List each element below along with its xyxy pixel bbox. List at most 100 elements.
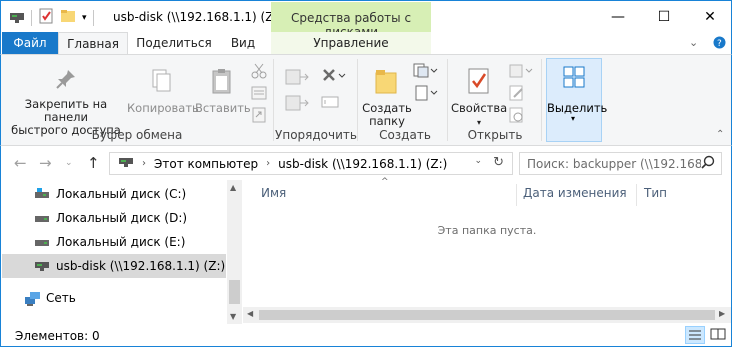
qat-separator — [31, 9, 32, 26]
help-icon[interactable]: ? — [713, 36, 726, 52]
column-divider[interactable] — [636, 184, 637, 206]
rename-icon[interactable] — [321, 93, 339, 114]
column-header-type[interactable]: Тип — [644, 186, 667, 200]
search-icon — [701, 155, 715, 172]
nav-item-network[interactable]: Сеть — [2, 286, 226, 310]
pin-label-line1: Закрепить на панели — [24, 97, 108, 124]
scroll-right-icon[interactable]: ▶ — [719, 309, 725, 318]
copy-icon — [127, 67, 195, 98]
network-drive-icon — [34, 260, 50, 275]
select-icon — [563, 66, 585, 91]
scroll-thumb[interactable] — [229, 280, 240, 304]
properties-label: Свойства — [451, 101, 508, 115]
back-arrow-icon[interactable]: ← — [14, 154, 27, 172]
address-bar[interactable]: › Этот компьютер › usb-disk (\\192.168.1… — [109, 152, 513, 175]
delete-icon[interactable] — [321, 67, 347, 88]
properties-qat-icon[interactable] — [38, 8, 54, 27]
column-header-name[interactable]: Имя — [261, 186, 286, 200]
qat-separator-2 — [92, 9, 94, 26]
history-icon[interactable] — [509, 107, 525, 126]
nav-item-local-disk-c[interactable]: Локальный диск (C:) — [2, 182, 226, 206]
breadcrumb-current[interactable]: usb-disk (\\192.168.1.1) (Z:) — [278, 157, 447, 171]
drive-icon[interactable] — [9, 9, 25, 26]
scroll-thumb[interactable] — [259, 310, 715, 320]
system-drive-icon — [34, 188, 50, 203]
move-to-icon[interactable] — [285, 67, 311, 90]
new-folder-label-line1: Создать — [362, 101, 412, 115]
nav-item-label: Локальный диск (C:) — [56, 187, 187, 201]
content-horizontal-scrollbar[interactable]: ◀ ▶ — [243, 307, 731, 323]
new-folder-button[interactable]: Создать папку — [361, 67, 413, 128]
scroll-down-icon[interactable]: ▼ — [230, 312, 236, 321]
network-icon — [24, 290, 42, 309]
close-button[interactable]: ✕ — [687, 1, 732, 32]
nav-item-usb-disk[interactable]: usb-disk (\\192.168.1.1) (Z:) — [2, 254, 226, 278]
group-divider — [447, 59, 448, 141]
address-dropdown-icon[interactable]: ⌄ — [474, 156, 482, 166]
qat-dropdown-icon[interactable]: ▾ — [82, 13, 87, 23]
group-new: Создать папку Создать — [359, 55, 451, 145]
sort-indicator-icon: ^ — [381, 177, 389, 187]
ribbon-collapse-icon[interactable]: ⌃ — [716, 129, 724, 140]
breadcrumb-chevron-icon[interactable]: › — [142, 158, 146, 169]
scroll-left-icon[interactable]: ◀ — [247, 309, 253, 318]
easy-access-icon[interactable] — [413, 85, 439, 104]
new-group-label: Создать — [379, 128, 431, 142]
paste-button[interactable]: Вставить — [195, 67, 251, 115]
properties-dropdown-icon: ▾ — [476, 118, 481, 127]
window-title: usb-disk (\\192.168.1.1) (Z:) — [113, 10, 283, 24]
copy-button[interactable]: Копировать — [127, 67, 199, 115]
pin-icon — [7, 67, 125, 94]
copy-path-icon[interactable] — [251, 85, 267, 104]
forward-arrow-icon[interactable]: → — [39, 154, 52, 172]
breadcrumb-this-pc[interactable]: Этот компьютер — [154, 157, 258, 171]
clipboard-group-label: Буфер обмена — [91, 128, 183, 142]
nav-item-label: Локальный диск (E:) — [56, 235, 186, 249]
breadcrumb-chevron-icon[interactable]: › — [266, 158, 270, 169]
cut-icon[interactable] — [251, 63, 267, 82]
tab-manage[interactable]: Управление — [271, 32, 431, 54]
group-clipboard: Закрепить на панели быстрого доступа Коп… — [1, 55, 273, 145]
properties-button[interactable]: Свойства ▾ — [451, 67, 507, 129]
nav-item-local-disk-d[interactable]: Локальный диск (D:) — [2, 206, 226, 230]
maximize-button[interactable]: ☐ — [641, 1, 687, 32]
up-arrow-icon[interactable]: ↑ — [87, 154, 100, 172]
edit-icon[interactable] — [509, 85, 525, 104]
nav-pane-scrollbar[interactable]: ▲ ▼ — [227, 180, 242, 324]
paste-icon — [195, 67, 249, 98]
organize-group-label: Упорядочить — [275, 128, 357, 142]
large-icons-view-icon[interactable] — [709, 326, 729, 344]
collapse-ribbon-icon[interactable]: ⌄ — [689, 36, 698, 49]
new-folder-qat-icon[interactable] — [60, 8, 76, 27]
open-group-label: Открыть — [467, 128, 523, 142]
minimize-button[interactable]: — — [595, 1, 641, 32]
refresh-icon[interactable]: ↻ — [493, 155, 504, 170]
search-input[interactable]: Поиск: backupper (\\192.168... — [519, 152, 722, 175]
new-folder-icon — [361, 67, 413, 98]
column-header-date[interactable]: Дата изменения — [523, 186, 627, 200]
title-bar: ▾ usb-disk (\\192.168.1.1) (Z:) Средства… — [0, 0, 732, 39]
navigation-bar: ← → ⌄ ↑ › Этот компьютер › usb-disk (\\1… — [0, 146, 732, 180]
ribbon-tabs: Файл Главная Поделиться Вид Управление ⌄… — [0, 32, 732, 55]
search-placeholder: Поиск: backupper (\\192.168... — [527, 157, 714, 171]
scroll-up-icon[interactable]: ▲ — [230, 183, 236, 192]
svg-text:?: ? — [717, 39, 722, 49]
details-view-icon[interactable] — [685, 326, 705, 344]
open-icon[interactable] — [509, 63, 535, 82]
context-tab-group-label: Средства работы с дисками — [271, 2, 431, 39]
tab-home[interactable]: Главная — [58, 32, 128, 55]
group-divider — [541, 59, 542, 141]
recent-locations-icon[interactable]: ⌄ — [65, 158, 73, 168]
new-item-icon[interactable] — [413, 63, 439, 82]
tab-share[interactable]: Поделиться — [135, 32, 213, 54]
pin-quick-access-button[interactable]: Закрепить на панели быстрого доступа — [7, 67, 125, 137]
tab-view[interactable]: Вид — [223, 32, 263, 54]
column-divider[interactable] — [516, 184, 517, 206]
copy-to-icon[interactable] — [285, 93, 311, 116]
properties-icon — [451, 67, 507, 98]
nav-item-local-disk-e[interactable]: Локальный диск (E:) — [2, 230, 226, 254]
paste-shortcut-icon[interactable] — [251, 107, 267, 126]
select-button[interactable]: Выделить ▾ — [546, 58, 607, 142]
tab-file[interactable]: Файл — [2, 32, 58, 54]
navigation-pane: Локальный диск (C:) Локальный диск (D:) … — [0, 180, 242, 324]
